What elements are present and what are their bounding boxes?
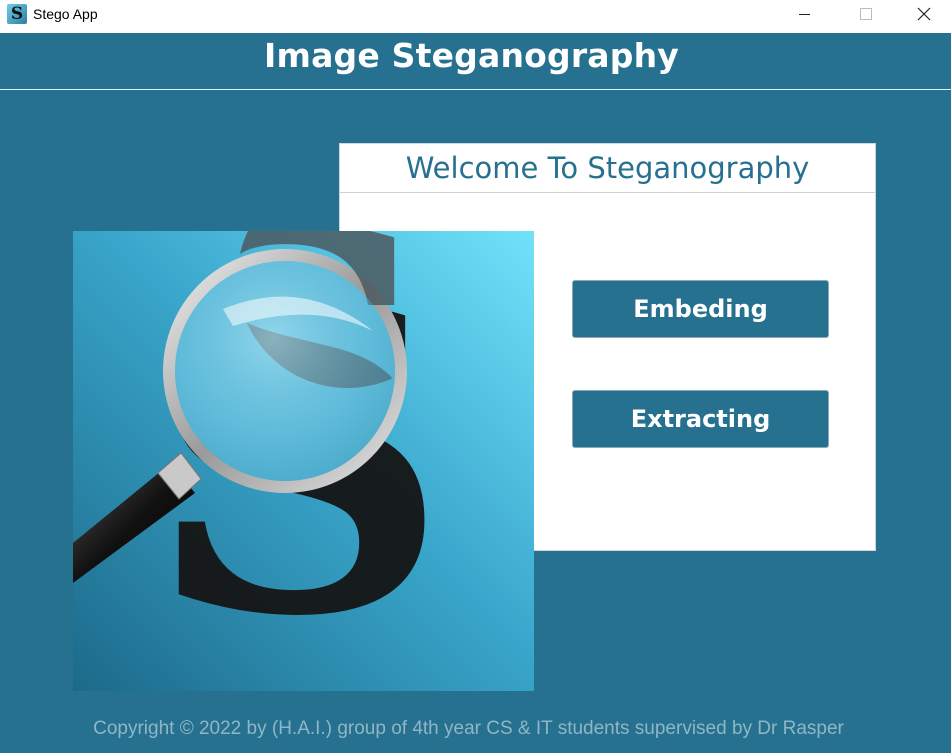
window-title: Stego App (33, 6, 98, 22)
app-window: S Stego App Image Steganography Welcome … (0, 0, 951, 753)
welcome-title: Welcome To Steganography (405, 151, 810, 185)
app-icon-letter: S (10, 4, 24, 24)
copyright-footer: Copyright © 2022 by (H.A.I.) group of 4t… (93, 718, 844, 739)
embedding-button[interactable]: Embeding (572, 280, 829, 338)
close-icon (917, 7, 931, 21)
header-divider (0, 89, 951, 90)
minimize-icon (799, 14, 810, 15)
welcome-divider (340, 192, 875, 193)
maximize-button[interactable] (836, 0, 894, 30)
app-icon: S (7, 4, 27, 24)
extracting-button[interactable]: Extracting (572, 390, 829, 448)
minimize-button[interactable] (776, 0, 834, 30)
logo-graphic: S S (73, 231, 534, 691)
page-title: Image Steganography (264, 36, 679, 75)
magnifier-s-logo: S S (73, 231, 534, 691)
title-bar: S Stego App (0, 0, 951, 33)
maximize-icon (860, 8, 872, 20)
close-button[interactable] (894, 0, 951, 30)
